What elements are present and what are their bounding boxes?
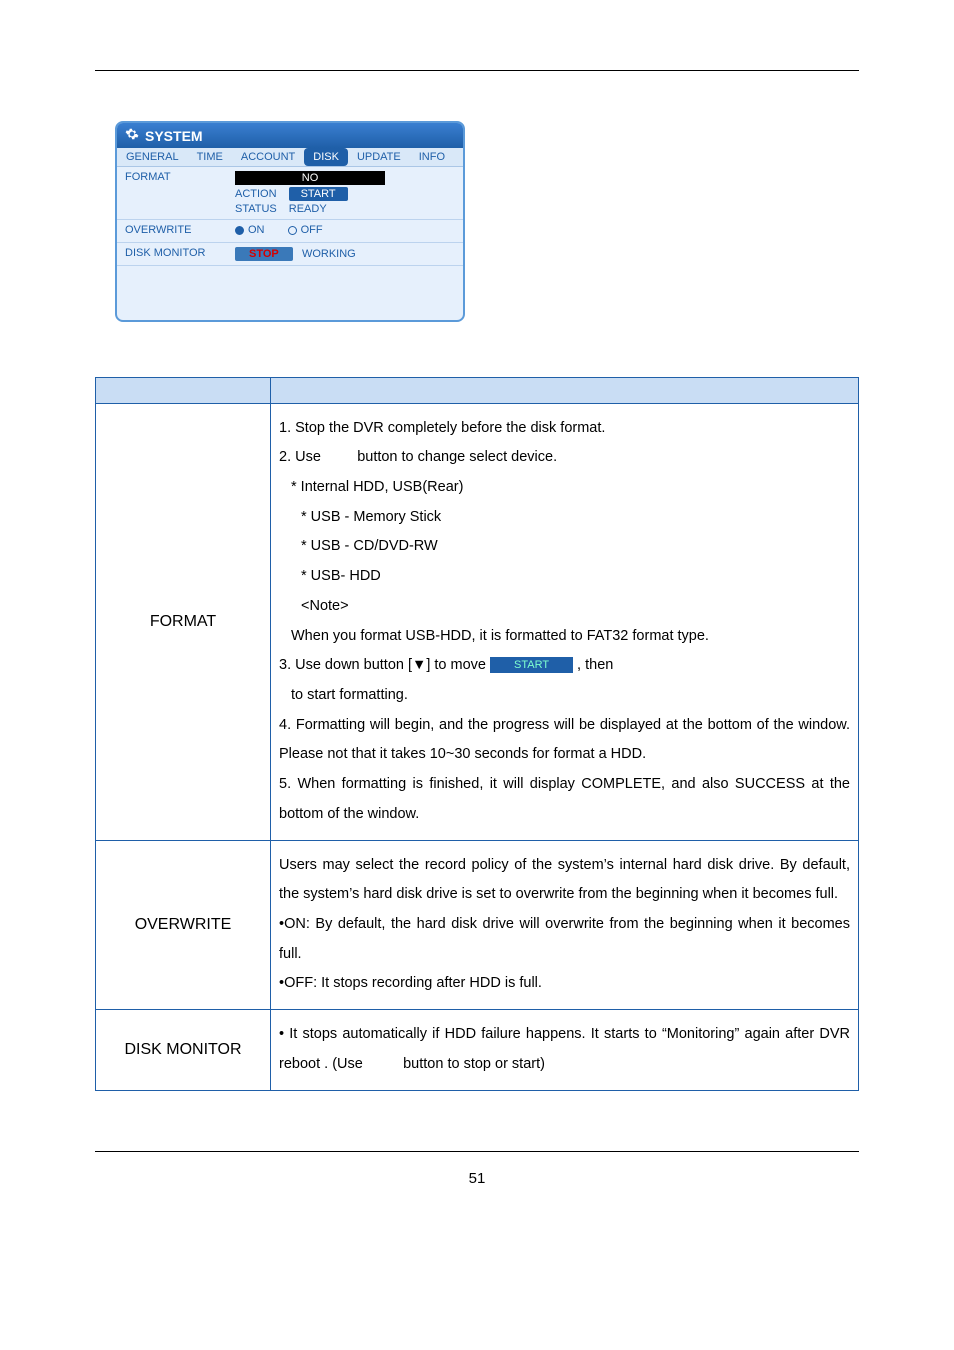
table-header-row xyxy=(96,377,859,403)
format-line-12: 5. When formatting is finished, it will … xyxy=(279,770,850,829)
format-l9a: 3. Use down button [▼] to move xyxy=(279,657,486,673)
overwrite-off-radio[interactable]: OFF xyxy=(288,224,323,236)
start-button[interactable]: START xyxy=(289,187,348,201)
table-row: FORMAT 1. Stop the DVR completely before… xyxy=(96,403,859,840)
panel-overwrite-label: OVERWRITE xyxy=(117,220,227,242)
format-line-6: * USB- HDD xyxy=(279,562,850,592)
system-panel: SYSTEM GENERAL TIME ACCOUNT DISK UPDATE … xyxy=(115,121,465,322)
format-line-7: <Note> xyxy=(279,592,850,622)
tab-account[interactable]: ACCOUNT xyxy=(232,148,304,166)
overwrite-on-radio[interactable]: ON xyxy=(235,224,265,236)
format-device-select[interactable]: NO xyxy=(235,171,385,185)
tab-update[interactable]: UPDATE xyxy=(348,148,410,166)
format-line-4: * USB - Memory Stick xyxy=(279,503,850,533)
system-tabs: GENERAL TIME ACCOUNT DISK UPDATE INFO xyxy=(117,148,463,167)
hdr-cell-left xyxy=(96,377,271,403)
hdr-cell-right xyxy=(271,377,859,403)
tab-info[interactable]: INFO xyxy=(410,148,454,166)
format-line-10: to start formatting. xyxy=(279,681,850,711)
panel-diskmonitor-label: DISK MONITOR xyxy=(117,243,227,265)
diskmonitor-status: WORKING xyxy=(302,248,356,260)
diskmonitor-p1: • It stops automatically if HDD failure … xyxy=(279,1020,850,1079)
page-number: 51 xyxy=(469,1170,486,1187)
start-chip-icon: START xyxy=(490,657,573,673)
system-body: FORMAT NO ACTION START STATUS READY OVER… xyxy=(117,167,463,320)
row-diskmonitor-content: • It stops automatically if HDD failure … xyxy=(271,1010,859,1090)
overwrite-p2: •ON: By default, the hard disk drive wil… xyxy=(279,910,850,969)
format-line-3: * Internal HDD, USB(Rear) xyxy=(279,473,850,503)
tab-time[interactable]: TIME xyxy=(188,148,232,166)
panel-action-label: ACTION xyxy=(235,188,277,200)
row-format-label: FORMAT xyxy=(96,403,271,840)
tab-disk[interactable]: DISK xyxy=(304,148,348,166)
top-rule xyxy=(95,70,859,71)
footer: 51 xyxy=(95,1151,859,1187)
gear-icon xyxy=(125,127,139,144)
format-line-1: 1. Stop the DVR completely before the di… xyxy=(279,414,850,444)
format-l2a: 2. Use xyxy=(279,449,321,465)
tab-general[interactable]: GENERAL xyxy=(117,148,188,166)
row-format-content: 1. Stop the DVR completely before the di… xyxy=(271,403,859,840)
format-line-5: * USB - CD/DVD-RW xyxy=(279,532,850,562)
format-l2b: button to change select device. xyxy=(357,449,557,465)
description-table: FORMAT 1. Stop the DVR completely before… xyxy=(95,377,859,1091)
stop-button[interactable]: STOP xyxy=(235,247,293,261)
format-line-11: 4. Formatting will begin, and the progre… xyxy=(279,711,850,770)
overwrite-p3: •OFF: It stops recording after HDD is fu… xyxy=(279,969,850,999)
format-line-8: When you format USB-HDD, it is formatted… xyxy=(279,622,850,652)
overwrite-off-label: OFF xyxy=(301,224,323,236)
panel-status-label: STATUS xyxy=(235,203,277,215)
format-line-2: 2. Use button to change select device. xyxy=(279,443,850,473)
overwrite-p1: Users may select the record policy of th… xyxy=(279,851,850,910)
table-row: OVERWRITE Users may select the record po… xyxy=(96,840,859,1010)
radio-dot-icon xyxy=(288,226,297,235)
system-titlebar: SYSTEM xyxy=(117,123,463,148)
system-title: SYSTEM xyxy=(145,128,203,144)
format-l9b: , then xyxy=(577,657,613,673)
row-diskmonitor-label: DISK MONITOR xyxy=(96,1010,271,1090)
format-line-9: 3. Use down button [▼] to moveSTART, the… xyxy=(279,651,850,681)
row-overwrite-content: Users may select the record policy of th… xyxy=(271,840,859,1010)
table-row: DISK MONITOR • It stops automatically if… xyxy=(96,1010,859,1090)
overwrite-on-label: ON xyxy=(248,224,265,236)
panel-format-label: FORMAT xyxy=(117,167,227,219)
radio-dot-icon xyxy=(235,226,244,235)
panel-status-value: READY xyxy=(289,203,327,215)
row-overwrite-label: OVERWRITE xyxy=(96,840,271,1010)
